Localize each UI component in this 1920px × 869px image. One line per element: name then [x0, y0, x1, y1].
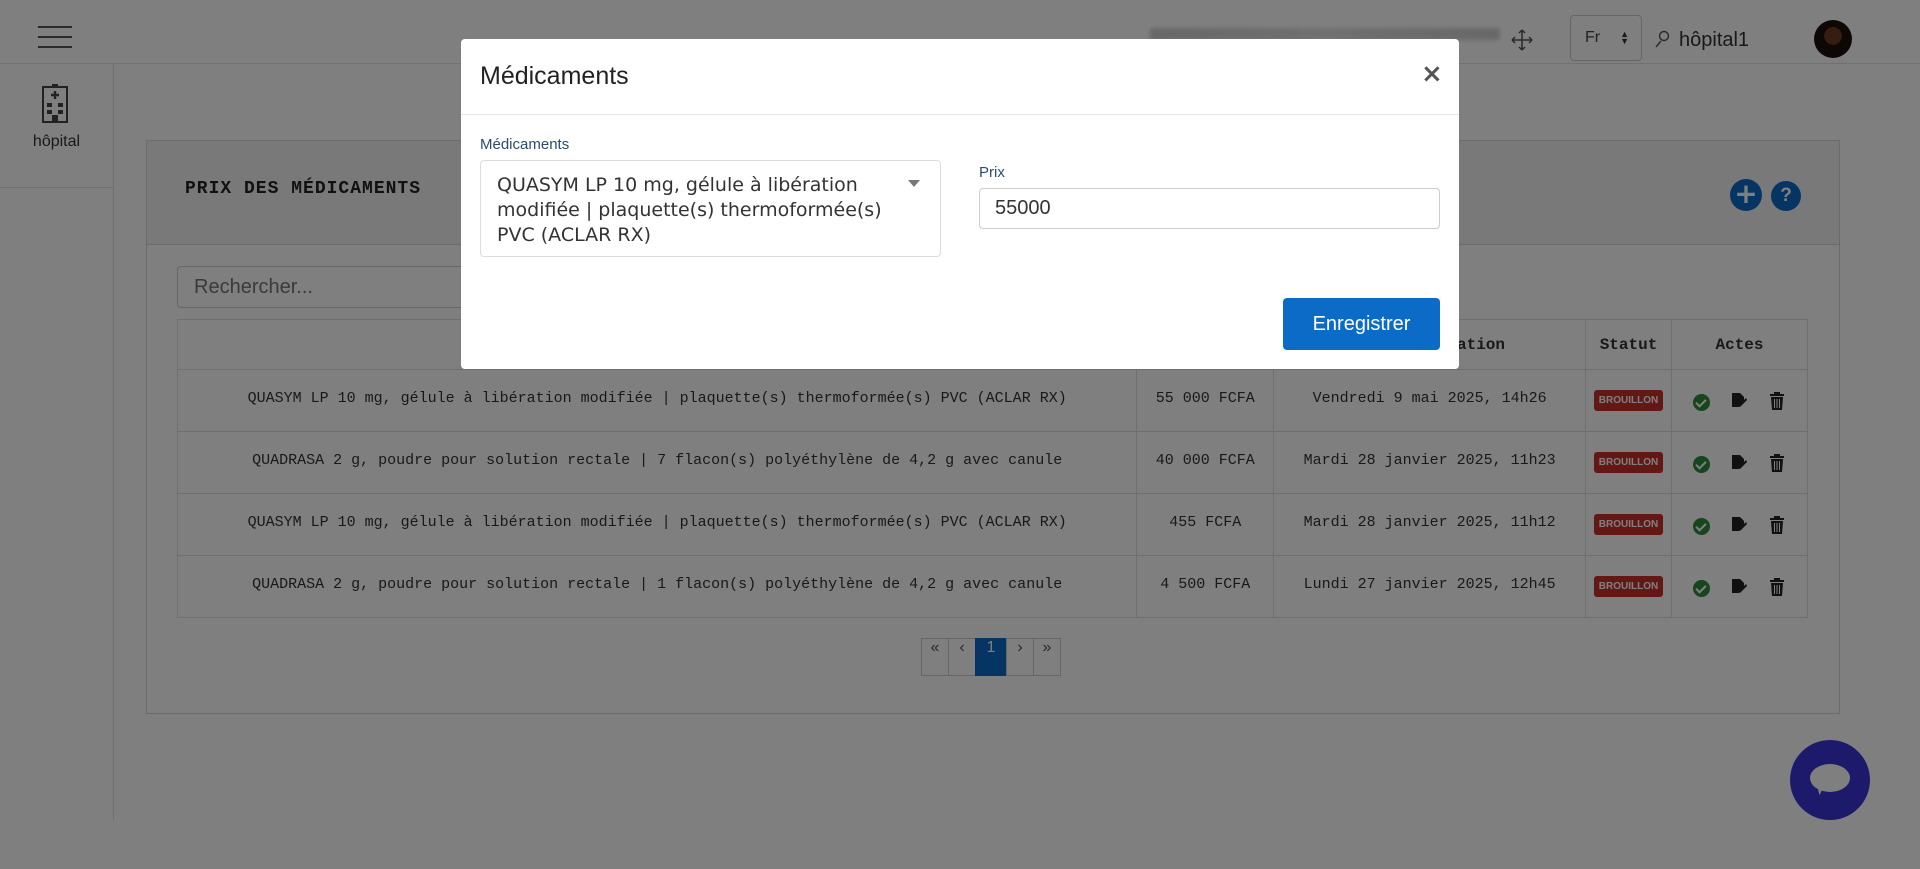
- medicament-modal: Médicaments × Médicaments QUASYM LP 10 m…: [461, 39, 1459, 369]
- price-input[interactable]: [979, 188, 1440, 229]
- modal-title: Médicaments: [480, 62, 629, 90]
- chevron-down-icon: [908, 180, 920, 187]
- medicament-select[interactable]: QUASYM LP 10 mg, gélule à libération mod…: [480, 160, 941, 257]
- close-icon[interactable]: ×: [1421, 59, 1443, 89]
- medicament-label: Médicaments: [480, 136, 570, 153]
- price-label: Prix: [979, 164, 1005, 181]
- modal-header: Médicaments ×: [461, 39, 1459, 115]
- save-button[interactable]: Enregistrer: [1283, 298, 1440, 350]
